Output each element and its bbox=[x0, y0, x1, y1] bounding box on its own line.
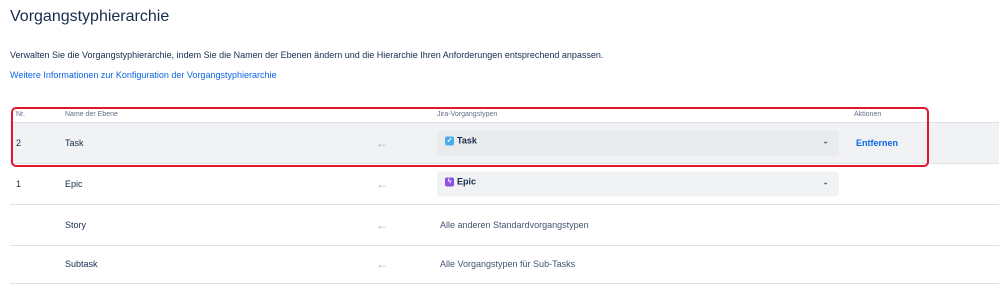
table-row: 2 Task ← ✓ Task ⌄ Entfernen bbox=[10, 123, 999, 164]
remove-level-button[interactable]: Entfernen bbox=[856, 138, 898, 148]
issue-type-select[interactable]: ϟ Epic ⌄ bbox=[437, 171, 839, 197]
row-nr: 1 bbox=[16, 179, 22, 189]
select-value: Epic bbox=[457, 176, 477, 187]
page-description: Verwalten Sie die Vorgangstyphierarchie,… bbox=[10, 50, 604, 60]
config-info-link[interactable]: Weitere Informationen zur Konfiguration … bbox=[10, 70, 276, 80]
table-row: 1 Epic ← ϟ Epic ⌄ bbox=[10, 164, 999, 205]
chevron-down-icon: ⌄ bbox=[822, 177, 829, 187]
col-header-types: Jira-Vorgangstypen bbox=[437, 111, 498, 118]
col-header-actions: Aktionen bbox=[854, 111, 882, 118]
select-value: Task bbox=[457, 135, 477, 146]
table-row: Subtask ← Alle Vorgangstypen für Sub-Tas… bbox=[10, 245, 999, 284]
level-name[interactable]: Story bbox=[65, 220, 86, 230]
arrow-left-icon: ← bbox=[376, 177, 388, 191]
issue-type-select[interactable]: ✓ Task ⌄ bbox=[437, 130, 839, 156]
issue-types-text: Alle Vorgangstypen für Sub-Tasks bbox=[440, 259, 576, 269]
table-row: Story ← Alle anderen Standardvorgangstyp… bbox=[10, 205, 999, 246]
level-name[interactable]: Task bbox=[65, 138, 84, 148]
level-name[interactable]: Subtask bbox=[65, 259, 98, 269]
arrow-left-icon: ← bbox=[376, 218, 388, 232]
page-title: Vorgangstyphierarchie bbox=[10, 8, 170, 25]
row-nr: 2 bbox=[16, 138, 22, 148]
col-header-nr: Nr. bbox=[16, 111, 25, 118]
col-header-name: Name der Ebene bbox=[65, 111, 118, 118]
chevron-down-icon: ⌄ bbox=[822, 136, 829, 146]
row-divider bbox=[10, 283, 999, 284]
epic-lightning-icon: ϟ bbox=[445, 177, 454, 187]
task-checkbox-icon: ✓ bbox=[445, 136, 454, 146]
arrow-left-icon: ← bbox=[376, 136, 388, 150]
level-name[interactable]: Epic bbox=[65, 179, 83, 189]
issue-types-text: Alle anderen Standardvorgangstypen bbox=[440, 220, 589, 230]
arrow-left-icon: ← bbox=[376, 257, 388, 271]
